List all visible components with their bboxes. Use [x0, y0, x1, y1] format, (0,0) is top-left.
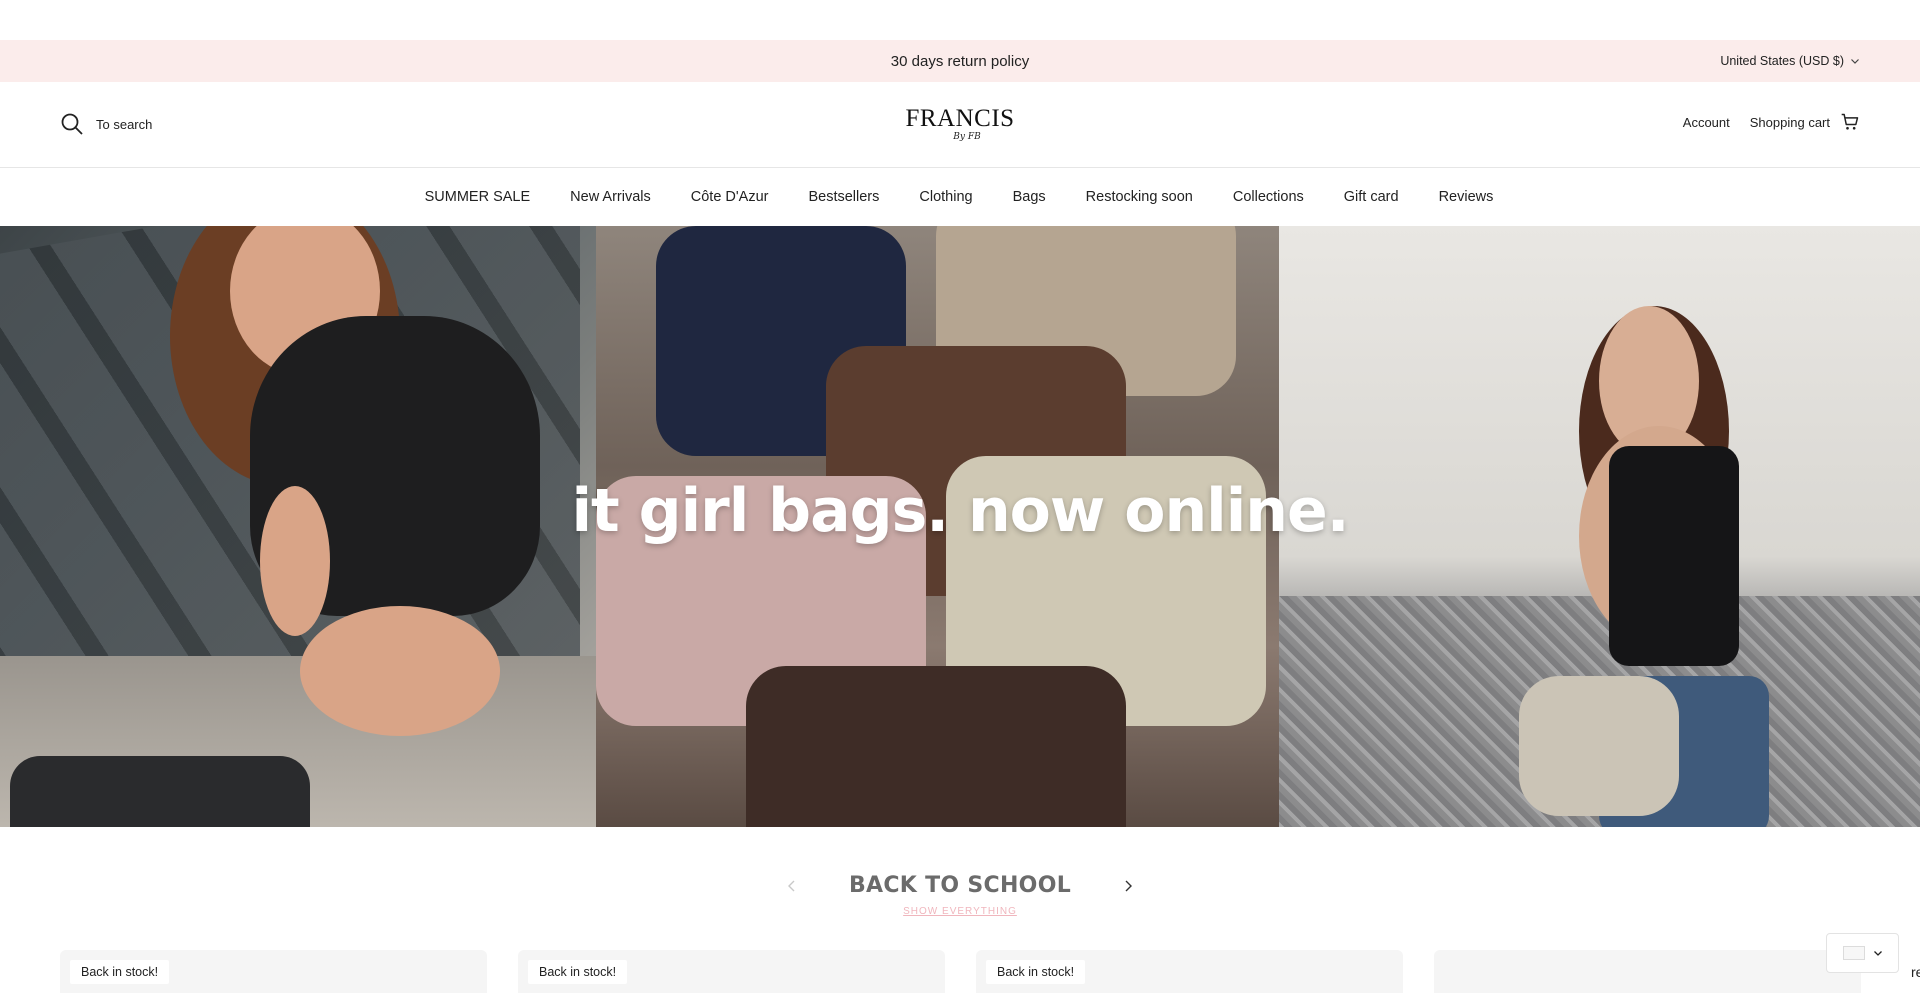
top-strip	[0, 0, 1920, 40]
currency-selector[interactable]: United States (USD $)	[1720, 40, 1860, 82]
stock-badge: Back in stock!	[70, 960, 170, 984]
hero-banner[interactable]: it girl bags. now online.	[0, 226, 1920, 827]
black-bag	[10, 756, 310, 827]
language-selector[interactable]	[1826, 933, 1899, 973]
product-card[interactable]	[1434, 950, 1861, 993]
nav-item-summer-sale[interactable]: SUMMER SALE	[425, 189, 531, 205]
logo-main: FRANCIS	[905, 105, 1015, 132]
show-everything-link[interactable]: SHOW EVERYTHING	[903, 906, 1017, 917]
nav-item-gift-card[interactable]: Gift card	[1344, 189, 1399, 205]
product-card[interactable]: Back in stock!	[60, 950, 487, 993]
announcement-bar: 30 days return policy United States (USD…	[0, 40, 1920, 82]
nav-item-reviews[interactable]: Reviews	[1439, 189, 1494, 205]
collection-section: BACK TO SCHOOL SHOW EVERYTHING	[0, 873, 1920, 919]
stock-badge: Back in stock!	[528, 960, 628, 984]
nav-item-bestsellers[interactable]: Bestsellers	[808, 189, 879, 205]
nav-item-bags[interactable]: Bags	[1013, 189, 1046, 205]
product-card[interactable]: Back in stock!	[976, 950, 1403, 993]
chevron-left-icon[interactable]	[785, 879, 799, 893]
header-actions: Account Shopping cart	[1683, 112, 1860, 132]
stock-badge: Back in stock!	[986, 960, 1086, 984]
cart-label: Shopping cart	[1749, 114, 1830, 130]
chevron-down-icon	[1873, 951, 1882, 956]
nav-item-cote-dazur[interactable]: Côte D'Azur	[691, 189, 769, 205]
logo-sub: By FB	[953, 132, 981, 142]
search-label: To search	[96, 116, 153, 132]
chevron-down-icon	[1851, 59, 1859, 64]
search-icon	[61, 113, 83, 135]
search-button[interactable]: To search	[60, 112, 152, 136]
nav-item-restocking-soon[interactable]: Restocking soon	[1086, 189, 1193, 205]
currency-label: United States (USD $)	[1720, 54, 1844, 68]
edge-text: re	[1911, 964, 1920, 980]
announcement-text: 30 days return policy	[890, 52, 1030, 70]
flag-icon	[1842, 946, 1865, 960]
nav-item-collections[interactable]: Collections	[1233, 189, 1304, 205]
legs	[300, 606, 500, 736]
cart-icon	[1841, 113, 1859, 130]
cart-button[interactable]: Shopping cart	[1750, 112, 1860, 132]
nav-item-new-arrivals[interactable]: New Arrivals	[570, 189, 651, 205]
logo[interactable]: FRANCIS By FB	[905, 105, 1015, 143]
product-cards: Back in stock! Back in stock! Back in st…	[60, 950, 1920, 993]
shoulder-bag	[1519, 676, 1679, 816]
chevron-right-icon[interactable]	[1121, 879, 1135, 893]
site-header: To search FRANCIS By FB Account Shopping…	[0, 82, 1920, 168]
product-card[interactable]: Back in stock!	[518, 950, 945, 993]
main-nav: SUMMER SALE New Arrivals Côte D'Azur Bes…	[0, 168, 1920, 226]
collection-title: BACK TO SCHOOL	[848, 873, 1072, 898]
hero-title: it girl bags. now online.	[571, 476, 1349, 546]
nav-item-clothing[interactable]: Clothing	[919, 189, 972, 205]
dark-brown-bag	[746, 666, 1126, 827]
account-link[interactable]: Account	[1683, 115, 1730, 130]
